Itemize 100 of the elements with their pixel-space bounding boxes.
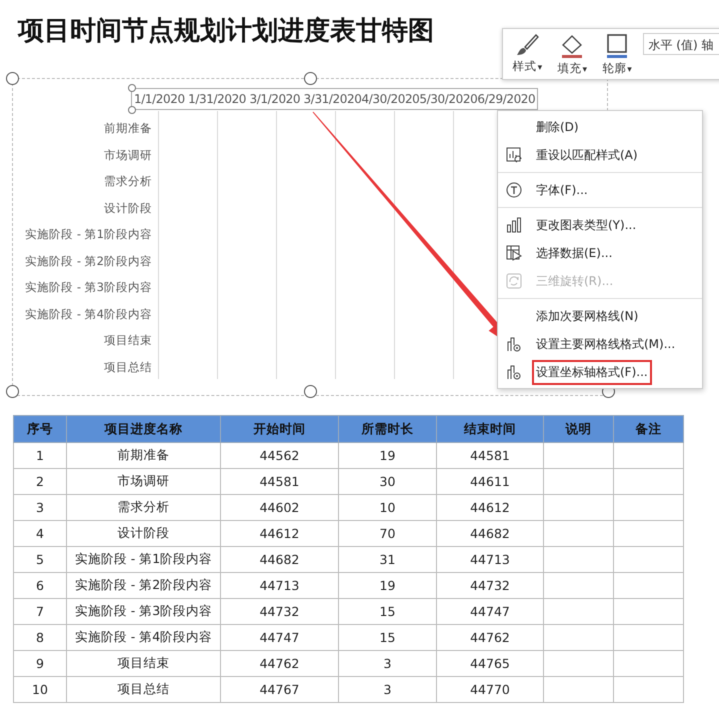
table-cell: 市场调研: [66, 468, 220, 494]
table-cell: 实施阶段 - 第1阶段内容: [66, 546, 220, 572]
table-cell: [544, 494, 614, 520]
category-label: 项目总结: [104, 358, 152, 376]
table-cell: 项目结束: [66, 650, 220, 676]
category-label: 实施阶段 - 第2阶段内容: [25, 252, 152, 270]
axis-settings-icon: [506, 364, 522, 380]
table-cell: 3: [338, 676, 436, 702]
table-cell: 19: [338, 442, 436, 468]
table-cell: 7: [14, 598, 66, 624]
category-label: 需求分析: [104, 173, 152, 190]
table-cell: [544, 650, 614, 676]
table-cell: 需求分析: [66, 494, 220, 520]
table-cell: 44612: [220, 520, 338, 546]
table-cell: 44767: [220, 676, 338, 702]
table-cell: 项目总结: [66, 676, 220, 702]
menu-item[interactable]: 设置坐标轴格式(F)...: [532, 360, 652, 384]
gridline-settings-icon: [506, 336, 522, 352]
table-cell: 44602: [220, 494, 338, 520]
category-label: 前期准备: [104, 120, 152, 137]
table-cell: [614, 598, 684, 624]
brush-icon: [514, 33, 540, 57]
table-cell: 44682: [220, 546, 338, 572]
table-cell: 8: [14, 624, 66, 650]
table-cell: 2: [14, 468, 66, 494]
table-cell: [544, 676, 614, 702]
table-cell: [544, 598, 614, 624]
menu-item[interactable]: 字体(F)...: [532, 178, 592, 202]
table-cell: 44762: [436, 624, 544, 650]
table-cell: 44713: [436, 546, 544, 572]
sheet-title: 项目时间节点规划计划进度表甘特图: [18, 15, 434, 48]
table-cell: 设计阶段: [66, 520, 220, 546]
column-header: 项目进度名称: [66, 416, 220, 442]
table-cell: [614, 442, 684, 468]
table-cell: [544, 442, 614, 468]
table-cell: 70: [338, 520, 436, 546]
table-cell: 44562: [220, 442, 338, 468]
table-cell: [544, 624, 614, 650]
table-cell: [544, 572, 614, 598]
column-header: 说明: [544, 416, 614, 442]
table-cell: 44581: [436, 442, 544, 468]
axis-labels[interactable]: 1/1/2020 1/31/2020 3/1/2020 3/31/20204/30/20205/30/20206/29/2020: [131, 88, 538, 110]
table-cell: 15: [338, 624, 436, 650]
table-cell: 实施阶段 - 第4阶段内容: [66, 624, 220, 650]
category-label: 实施阶段 - 第4阶段内容: [25, 306, 152, 322]
table-cell: 44747: [220, 624, 338, 650]
table-cell: 31: [338, 546, 436, 572]
select-data-icon: [506, 245, 522, 261]
selection-handle[interactable]: [128, 106, 136, 114]
table-cell: 44762: [220, 650, 338, 676]
table-cell: 44713: [220, 572, 338, 598]
table-cell: 4: [14, 520, 66, 546]
resize-handle[interactable]: [6, 385, 19, 398]
resize-handle[interactable]: [6, 72, 19, 85]
table-cell: 实施阶段 - 第2阶段内容: [66, 572, 220, 598]
table-cell: 3: [338, 650, 436, 676]
category-label: 项目结束: [104, 332, 152, 349]
table-cell: 9: [14, 650, 66, 676]
table-cell: [614, 572, 684, 598]
table-cell: 6: [14, 572, 66, 598]
rotate-icon: [506, 273, 522, 289]
table-cell: 前期准备: [66, 442, 220, 468]
table-cell: [614, 650, 684, 676]
table-cell: [614, 676, 684, 702]
table-cell: [544, 468, 614, 494]
column-header: 结束时间: [436, 416, 544, 442]
table-cell: 10: [14, 676, 66, 702]
table-cell: 19: [338, 572, 436, 598]
chart-element-dropdown[interactable]: 水平 (值) 轴: [643, 33, 719, 55]
category-label: 实施阶段 - 第1阶段内容: [25, 226, 152, 243]
column-header: 序号: [14, 416, 66, 442]
table-cell: 44747: [436, 598, 544, 624]
category-label: 市场调研: [104, 146, 152, 164]
font-icon: [506, 182, 522, 198]
table-cell: 10: [338, 494, 436, 520]
table-cell: [614, 494, 684, 520]
column-header: 所需时长: [338, 416, 436, 442]
table-cell: [614, 624, 684, 650]
resize-handle[interactable]: [304, 72, 317, 85]
table-cell: 44581: [220, 468, 338, 494]
format-button[interactable]: 轮廓▾: [596, 33, 638, 76]
table-cell: 15: [338, 598, 436, 624]
table-cell: 5: [14, 546, 66, 572]
column-header: 备注: [614, 416, 684, 442]
table-cell: 44612: [436, 494, 544, 520]
format-button[interactable]: 样式▾: [507, 33, 548, 74]
table-cell: 44770: [436, 676, 544, 702]
table-cell: [614, 546, 684, 572]
format-button[interactable]: 填充▾: [552, 33, 593, 76]
resize-handle[interactable]: [304, 385, 317, 398]
table-cell: 44682: [436, 520, 544, 546]
table-cell: 44611: [436, 468, 544, 494]
table-cell: 30: [338, 468, 436, 494]
reset-style-icon: [506, 147, 522, 163]
menu-item[interactable]: 删除(D): [532, 114, 583, 140]
table-cell: 44732: [436, 572, 544, 598]
bar-chart-icon: [506, 217, 522, 233]
selection-handle[interactable]: [128, 84, 136, 92]
table-cell: [544, 520, 614, 546]
table-cell: 44765: [436, 650, 544, 676]
